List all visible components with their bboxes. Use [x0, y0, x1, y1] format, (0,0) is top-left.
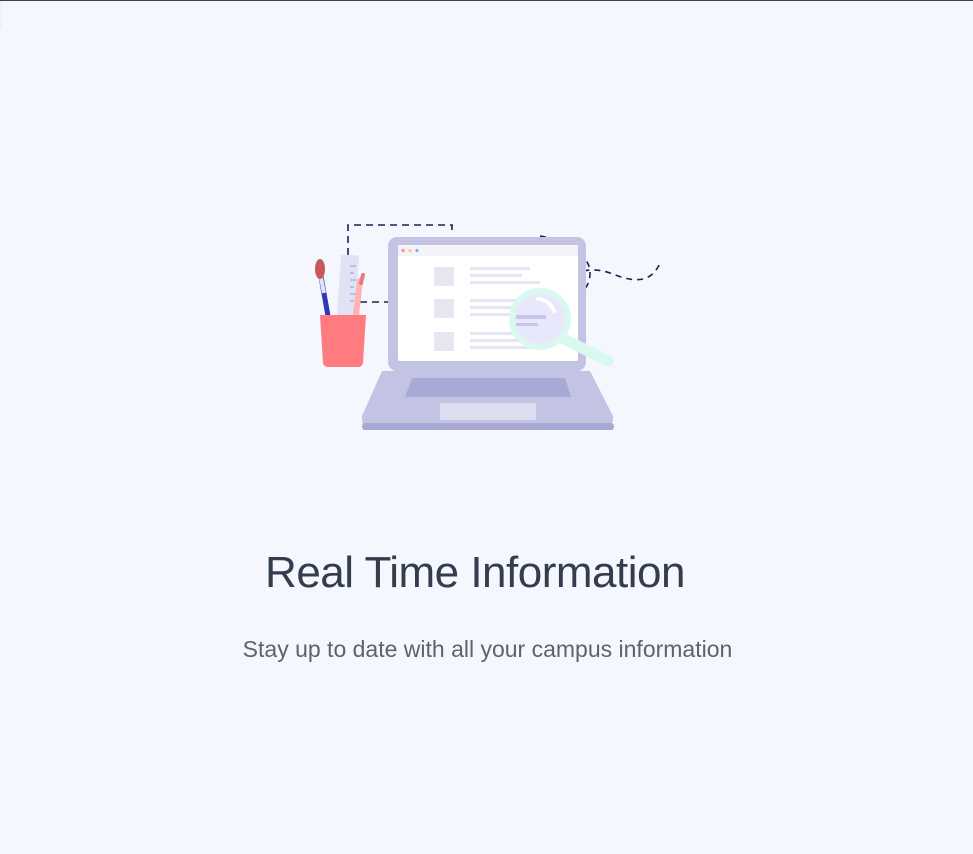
slide-subtitle: Stay up to date with all your campus inf…	[242, 636, 733, 662]
slide-title: Real Time Information	[265, 548, 685, 597]
window-edge	[0, 1, 2, 29]
laptop-icon	[361, 237, 614, 430]
onboarding-page: { "slide": { "title": "Real Time Informa…	[0, 0, 973, 854]
laptop-search-illustration	[315, 224, 661, 430]
pencil-cup-icon	[315, 254, 366, 367]
